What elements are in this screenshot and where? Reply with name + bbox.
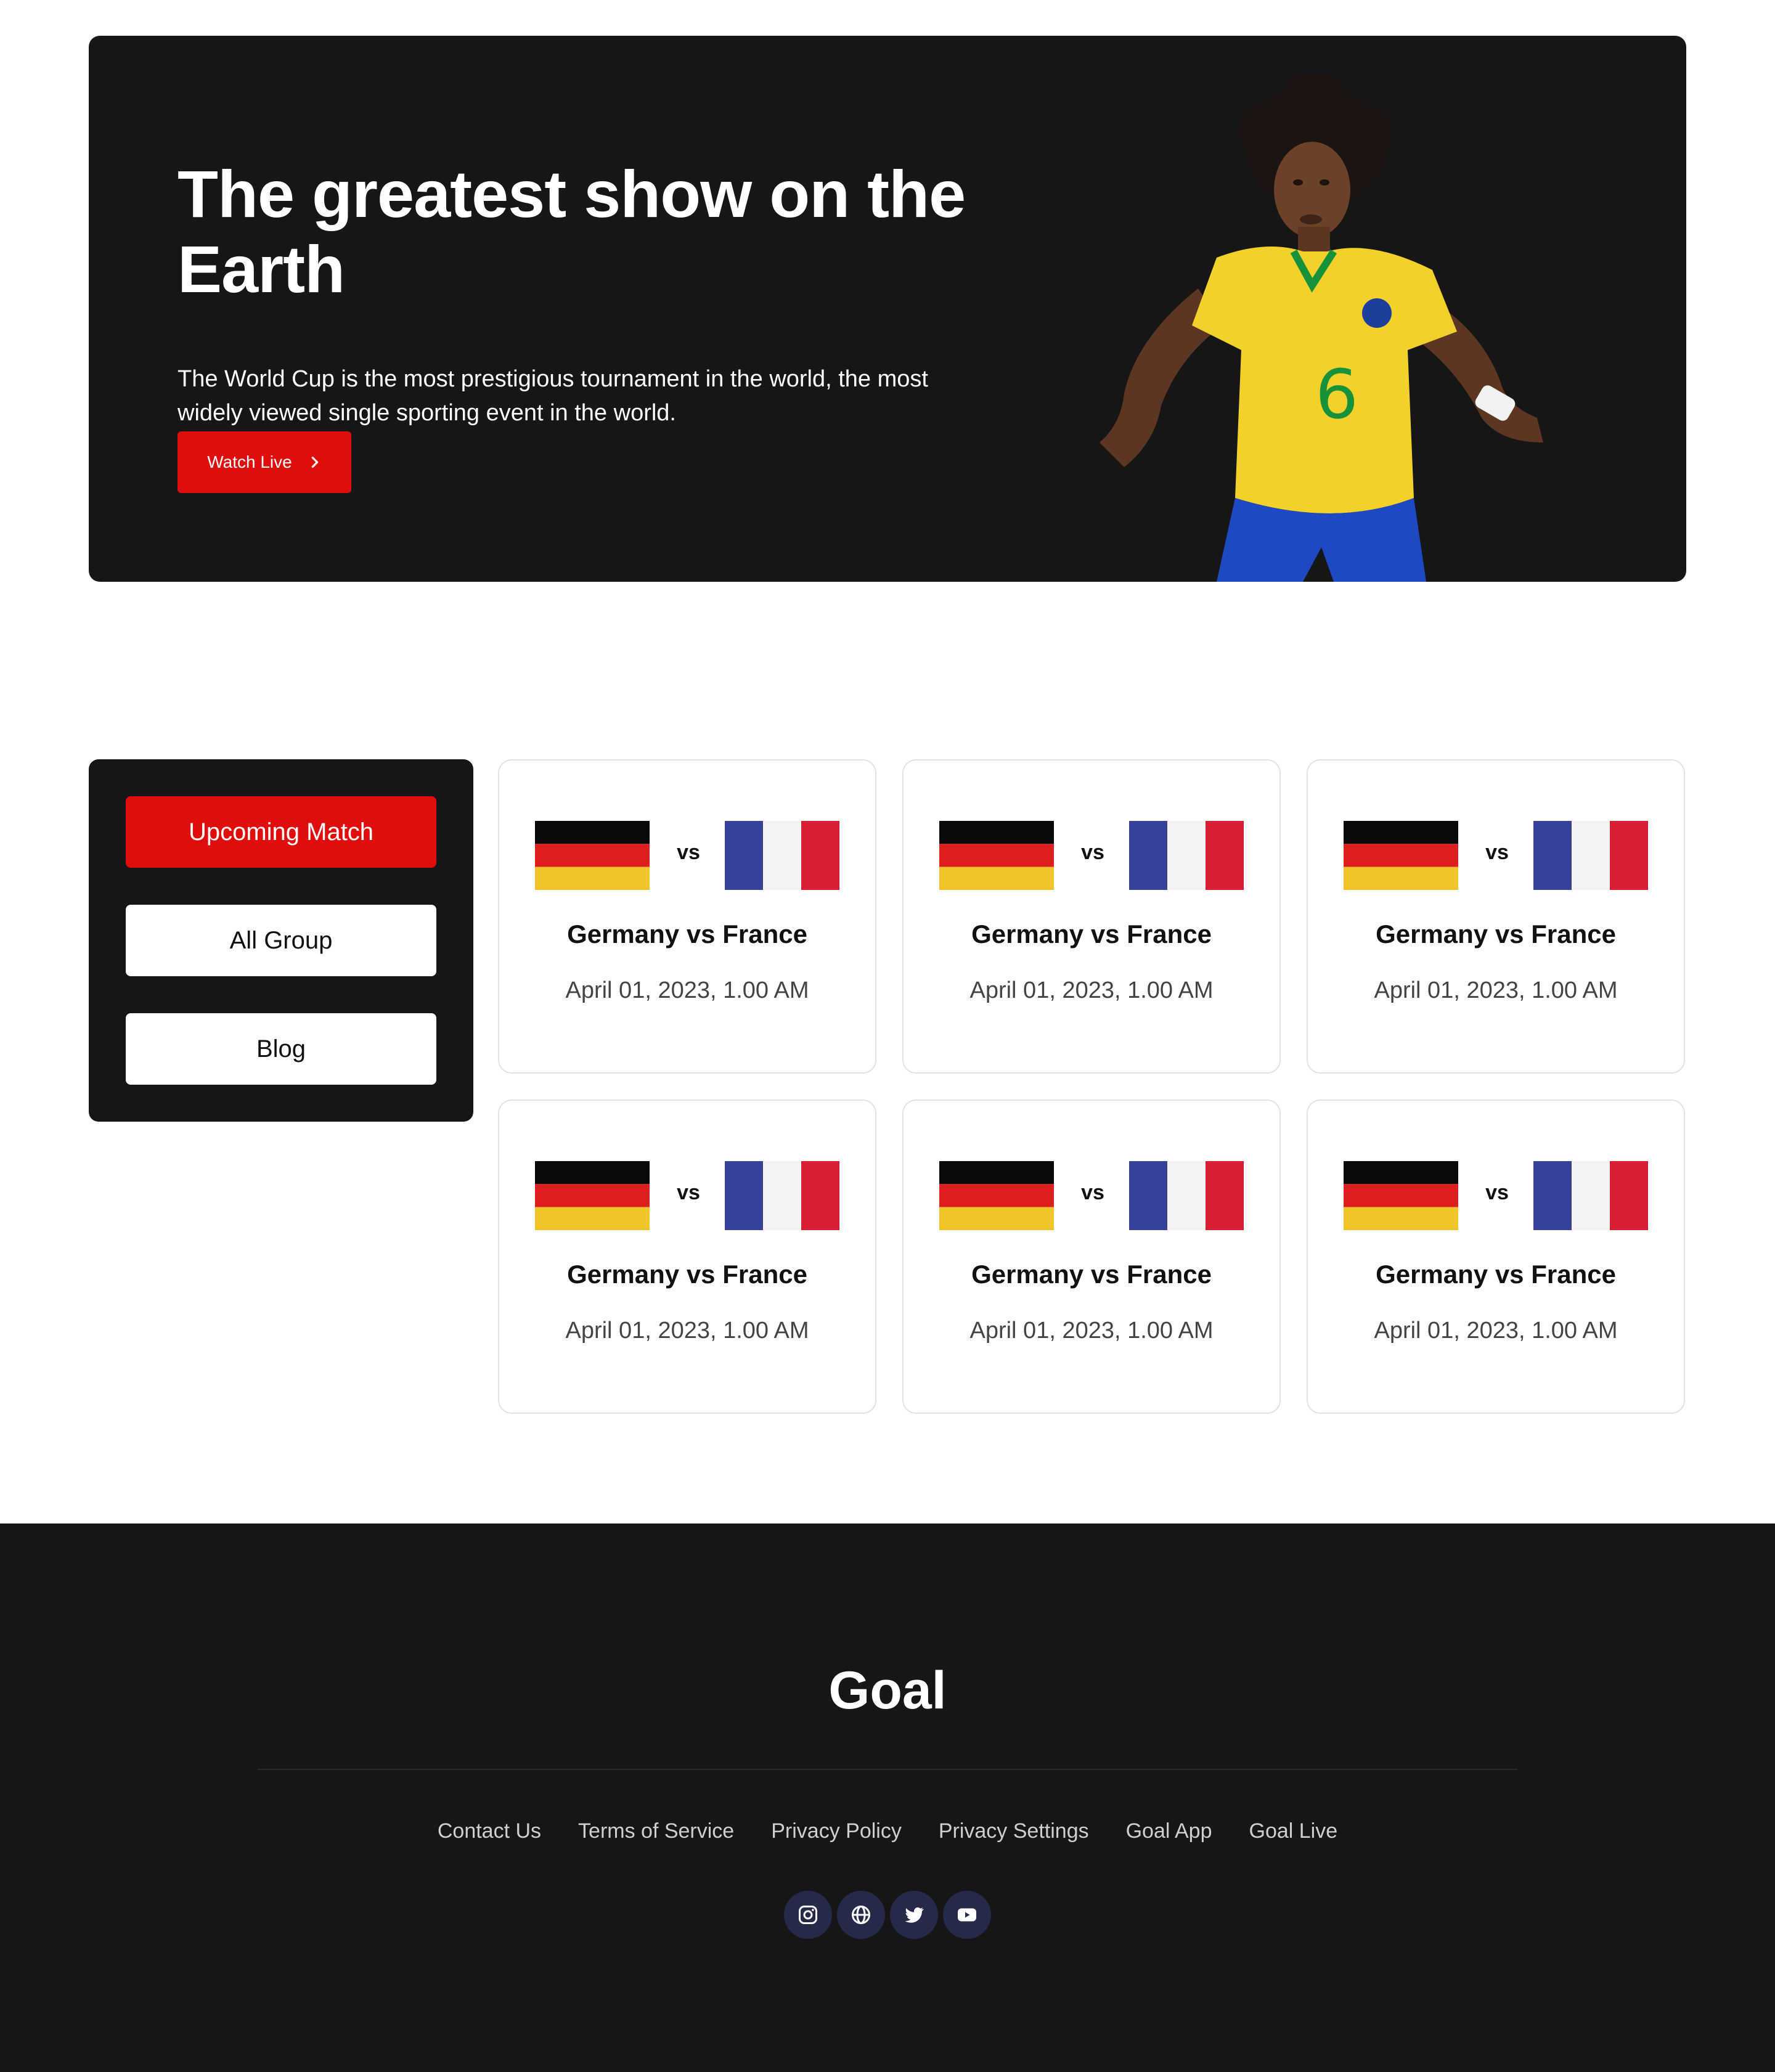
match-date: April 01, 2023, 1.00 AM	[969, 977, 1214, 1003]
versus-label: vs	[1081, 841, 1104, 864]
footer-logo[interactable]: Goal	[0, 1660, 1775, 1721]
match-title: Germany vs France	[567, 1260, 807, 1289]
footer: Goal Contact Us Terms of Service Privacy…	[0, 1523, 1775, 2072]
hero-subtitle: The World Cup is the most prestigious to…	[178, 366, 928, 426]
instagram-icon	[799, 1906, 817, 1924]
france-flag-icon	[1129, 821, 1244, 890]
france-flag-icon	[1533, 1161, 1648, 1230]
match-date: April 01, 2023, 1.00 AM	[565, 1318, 809, 1344]
match-card[interactable]: vs Germany vs France April 01, 2023, 1.00 …	[498, 759, 876, 1074]
match-card[interactable]: vs Germany vs France April 01, 2023, 1.00 …	[902, 759, 1281, 1074]
germany-flag-icon	[535, 821, 650, 890]
chevron-right-icon	[311, 457, 319, 468]
germany-flag-icon	[1344, 1161, 1458, 1230]
page: The greatest show on the Earth The World…	[0, 0, 1775, 2072]
twitter-icon	[905, 1907, 924, 1923]
footer-divider	[258, 1769, 1517, 1770]
footer-links: Contact Us Terms of Service Privacy Poli…	[0, 1819, 1775, 1843]
hero-banner: The greatest show on the Earth The World…	[89, 36, 1686, 582]
match-title: Germany vs France	[1376, 920, 1616, 948]
match-date: April 01, 2023, 1.00 AM	[969, 1318, 1214, 1344]
globe-icon	[852, 1906, 870, 1924]
footer-link-privacy-policy[interactable]: Privacy Policy	[771, 1819, 902, 1843]
instagram-button[interactable]	[784, 1891, 832, 1939]
footer-link-goal-app[interactable]: Goal App	[1126, 1819, 1212, 1843]
germany-flag-icon	[939, 821, 1054, 890]
germany-flag-icon	[535, 1161, 650, 1230]
versus-label: vs	[1081, 1181, 1104, 1204]
germany-flag-icon	[1344, 821, 1458, 890]
match-title: Germany vs France	[1376, 1260, 1616, 1289]
germany-flag-icon	[939, 1161, 1054, 1230]
match-sidebar: Upcoming Match All Group Blog	[89, 759, 473, 1122]
match-title: Germany vs France	[971, 920, 1212, 948]
youtube-icon	[958, 1908, 976, 1922]
match-title: Germany vs France	[567, 920, 807, 948]
footer-link-goal-live[interactable]: Goal Live	[1249, 1819, 1338, 1843]
footer-link-terms-of-service[interactable]: Terms of Service	[578, 1819, 734, 1843]
twitter-button[interactable]	[890, 1891, 938, 1939]
social-links	[0, 1891, 1775, 1939]
footer-link-privacy-settings[interactable]: Privacy Settings	[939, 1819, 1089, 1843]
watch-live-button[interactable]: Watch Live	[178, 431, 351, 493]
france-flag-icon	[725, 821, 839, 890]
france-flag-icon	[1129, 1161, 1244, 1230]
match-date: April 01, 2023, 1.00 AM	[565, 977, 809, 1003]
match-card[interactable]: vs Germany vs France April 01, 2023, 1.00 …	[1307, 759, 1685, 1074]
sidebar-item-upcoming-match[interactable]: Upcoming Match	[126, 796, 436, 868]
france-flag-icon	[1533, 821, 1648, 890]
match-card[interactable]: vs Germany vs France April 01, 2023, 1.00 …	[1307, 1099, 1685, 1414]
match-title: Germany vs France	[971, 1260, 1212, 1289]
hero-title: The greatest show on the Earth	[178, 157, 966, 306]
footer-link-contact-us[interactable]: Contact Us	[438, 1819, 541, 1843]
website-button[interactable]	[837, 1891, 885, 1939]
france-flag-icon	[725, 1161, 839, 1230]
versus-label: vs	[1485, 1181, 1509, 1204]
youtube-button[interactable]	[943, 1891, 991, 1939]
match-card[interactable]: vs Germany vs France April 01, 2023, 1.00 …	[902, 1099, 1281, 1414]
svg-text:6: 6	[1315, 355, 1358, 434]
watch-live-label: Watch Live	[207, 452, 292, 471]
football-player-image: 6	[1100, 73, 1543, 582]
versus-label: vs	[677, 1181, 700, 1204]
versus-label: vs	[1485, 841, 1509, 864]
match-card[interactable]: vs Germany vs France April 01, 2023, 1.00 …	[498, 1099, 876, 1414]
match-date: April 01, 2023, 1.00 AM	[1374, 977, 1618, 1003]
versus-label: vs	[677, 841, 700, 864]
match-date: April 01, 2023, 1.00 AM	[1374, 1318, 1618, 1344]
sidebar-item-blog[interactable]: Blog	[126, 1013, 436, 1085]
sidebar-item-all-group[interactable]: All Group	[126, 905, 436, 976]
